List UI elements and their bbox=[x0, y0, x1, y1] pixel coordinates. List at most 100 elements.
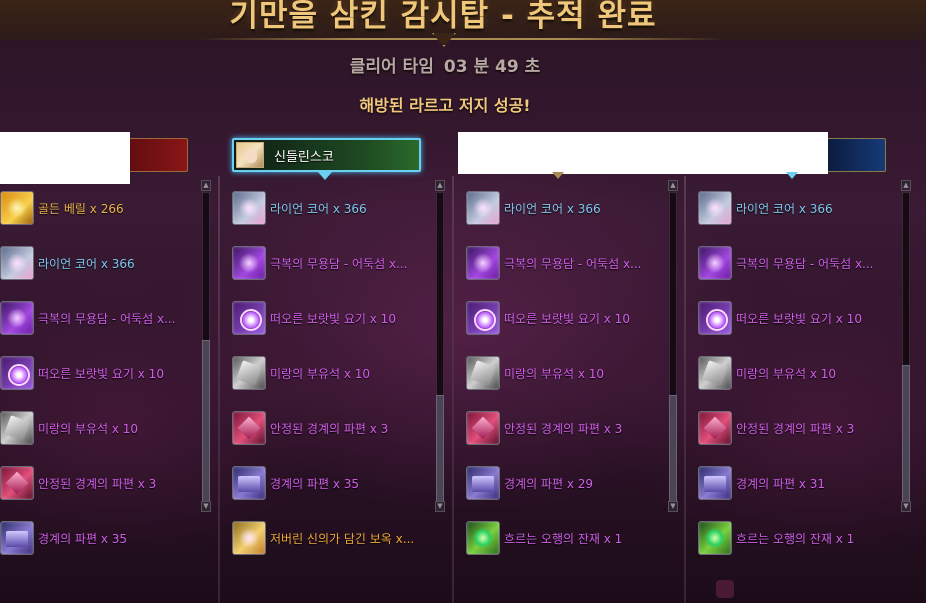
scroll-down-icon[interactable]: ▼ bbox=[668, 501, 678, 512]
item-label: 경계의 파편 x 29 bbox=[504, 476, 594, 491]
reward-item[interactable]: 미랑의 부유석 x 10 bbox=[466, 355, 696, 391]
lion-core-icon bbox=[698, 191, 732, 225]
light-energy-icon bbox=[466, 301, 500, 335]
item-label: 라이언 코어 x 366 bbox=[270, 201, 367, 216]
result-message: 해방된 라르고 저지 성공! bbox=[359, 96, 531, 115]
reward-item[interactable]: 안정된 경계의 파편 x 3 bbox=[0, 465, 230, 501]
item-label: 미랑의 부유석 x 10 bbox=[736, 366, 837, 381]
boundary-shard-icon bbox=[232, 466, 266, 500]
reward-item[interactable]: 안정된 경계의 파편 x 3 bbox=[466, 410, 696, 446]
reward-item[interactable]: 저버린 신의가 담긴 보옥 x... bbox=[232, 520, 462, 556]
scroll-up-icon[interactable]: ▲ bbox=[901, 180, 911, 191]
scroll-thumb[interactable] bbox=[669, 395, 677, 505]
scroll-down-icon[interactable]: ▼ bbox=[435, 501, 445, 512]
scroll-up-icon[interactable]: ▲ bbox=[435, 180, 445, 191]
item-label: 안정된 경계의 파편 x 3 bbox=[38, 476, 157, 491]
lion-core-icon bbox=[232, 191, 266, 225]
reward-item[interactable]: 라이언 코어 x 366 bbox=[0, 245, 230, 281]
scroll-down-icon[interactable]: ▼ bbox=[901, 501, 911, 512]
heart-icon bbox=[716, 580, 734, 598]
reward-item[interactable]: 경계의 파편 x 29 bbox=[466, 465, 696, 501]
glory-tale-icon bbox=[0, 301, 34, 335]
item-label: 라이언 코어 x 366 bbox=[736, 201, 833, 216]
reward-item[interactable]: 떠오른 보랏빛 요기 x 10 bbox=[698, 300, 926, 336]
glory-tale-icon bbox=[466, 246, 500, 280]
player-2-bar[interactable]: 신들린스코 bbox=[232, 138, 421, 172]
column-4-scrollbar[interactable]: ▲ ▼ bbox=[900, 180, 912, 512]
reward-item[interactable]: 떠오른 보랏빛 요기 x 10 bbox=[232, 300, 462, 336]
light-energy-icon bbox=[232, 301, 266, 335]
reward-item[interactable]: 라이언 코어 x 366 bbox=[232, 190, 462, 226]
item-label: 라이언 코어 x 366 bbox=[504, 201, 601, 216]
reward-item[interactable]: 골든 베릴 x 266 bbox=[0, 190, 230, 226]
item-label: 떠오른 보랏빛 요기 x 10 bbox=[38, 366, 164, 381]
reward-item[interactable]: 미랑의 부유석 x 10 bbox=[698, 355, 926, 391]
item-label: 떠오른 보랏빛 요기 x 10 bbox=[504, 311, 630, 326]
glory-tale-icon bbox=[698, 246, 732, 280]
reward-item[interactable]: 미랑의 부유석 x 10 bbox=[232, 355, 462, 391]
charm-stone-icon bbox=[232, 356, 266, 390]
reward-item[interactable]: 라이언 코어 x 366 bbox=[698, 190, 926, 226]
boundary-shard-icon bbox=[0, 521, 34, 555]
reward-column-2: 라이언 코어 x 366 극복의 무용담 - 어둑섬 x... 떠오른 보랏빛 … bbox=[232, 176, 432, 603]
reward-item[interactable]: 극복의 무용담 - 어둑섬 x... bbox=[466, 245, 696, 281]
reward-item[interactable]: 안정된 경계의 파편 x 3 bbox=[698, 410, 926, 446]
scroll-up-icon[interactable]: ▲ bbox=[668, 180, 678, 191]
item-label: 극복의 무용담 - 어둑섬 x... bbox=[270, 256, 408, 271]
reward-item[interactable]: 안정된 경계의 파편 x 3 bbox=[232, 410, 462, 446]
boundary-shard-icon bbox=[466, 466, 500, 500]
item-label: 미랑의 부유석 x 10 bbox=[504, 366, 605, 381]
item-label: 안정된 경계의 파편 x 3 bbox=[736, 421, 855, 436]
reward-column-4: 라이언 코어 x 366 극복의 무용담 - 어둑섬 x... 떠오른 보랏빛 … bbox=[698, 176, 898, 603]
reward-item[interactable]: 극복의 무용담 - 어둑섬 x... bbox=[698, 245, 926, 281]
reward-item[interactable]: 경계의 파편 x 31 bbox=[698, 465, 926, 501]
item-label: 라이언 코어 x 366 bbox=[38, 256, 135, 271]
charm-stone-icon bbox=[0, 411, 34, 445]
clear-time: 클리어 타임 03 분 49 초 bbox=[0, 52, 890, 77]
reward-item[interactable]: 흐르는 오행의 잔재 x 1 bbox=[466, 520, 696, 556]
reward-item[interactable]: 떠오른 보랏빛 요기 x 10 bbox=[0, 355, 230, 391]
stable-shard-icon bbox=[0, 466, 34, 500]
reward-item[interactable]: 떠오른 보랏빛 요기 x 10 bbox=[466, 300, 696, 336]
item-label: 극복의 무용담 - 어둑섬 x... bbox=[736, 256, 874, 271]
player-4-bar[interactable] bbox=[820, 138, 886, 172]
reward-item[interactable]: 라이언 코어 x 366 bbox=[466, 190, 696, 226]
item-label: 저버린 신의가 담긴 보옥 x... bbox=[270, 531, 415, 546]
header-ornament bbox=[432, 33, 456, 47]
reward-column-3: 라이언 코어 x 366 극복의 무용담 - 어둑섬 x... 떠오른 보랏빛 … bbox=[466, 176, 666, 603]
player-avatar bbox=[236, 142, 264, 168]
scroll-thumb[interactable] bbox=[202, 340, 210, 505]
scroll-thumb[interactable] bbox=[902, 365, 910, 505]
scroll-up-icon[interactable]: ▲ bbox=[201, 180, 211, 191]
stable-shard-icon bbox=[466, 411, 500, 445]
clear-time-label: 클리어 타임 bbox=[349, 57, 434, 77]
item-label: 경계의 파편 x 35 bbox=[270, 476, 360, 491]
scroll-down-icon[interactable]: ▼ bbox=[201, 501, 211, 512]
column-2-scrollbar[interactable]: ▲ ▼ bbox=[434, 180, 446, 512]
reward-item[interactable]: 흐르는 오행의 잔재 x 1 bbox=[698, 520, 926, 556]
charm-stone-icon bbox=[466, 356, 500, 390]
golden-beryl-icon bbox=[0, 191, 34, 225]
item-label: 미랑의 부유석 x 10 bbox=[38, 421, 139, 436]
column-1-scrollbar[interactable]: ▲ ▼ bbox=[200, 180, 212, 512]
lion-core-icon bbox=[466, 191, 500, 225]
scroll-thumb[interactable] bbox=[436, 395, 444, 505]
reward-column-1: 골든 베릴 x 266 라이언 코어 x 366 극복의 무용담 - 어둑섬 x… bbox=[0, 176, 200, 603]
reward-item[interactable]: 미랑의 부유석 x 10 bbox=[0, 410, 230, 446]
wish-jewel-icon bbox=[232, 521, 266, 555]
reward-item[interactable]: 경계의 파편 x 35 bbox=[232, 465, 462, 501]
item-label: 안정된 경계의 파편 x 3 bbox=[504, 421, 623, 436]
charm-stone-icon bbox=[698, 356, 732, 390]
column-3-scrollbar[interactable]: ▲ ▼ bbox=[667, 180, 679, 512]
reward-item[interactable]: 극복의 무용담 - 어둑섬 x... bbox=[0, 300, 230, 336]
item-label: 흐르는 오행의 잔재 x 1 bbox=[736, 531, 855, 546]
reward-item[interactable]: 극복의 무용담 - 어둑섬 x... bbox=[232, 245, 462, 281]
item-label: 떠오른 보랏빛 요기 x 10 bbox=[736, 311, 862, 326]
stable-shard-icon bbox=[232, 411, 266, 445]
item-label: 떠오른 보랏빛 요기 x 10 bbox=[270, 311, 396, 326]
stable-shard-icon bbox=[698, 411, 732, 445]
item-label: 미랑의 부유석 x 10 bbox=[270, 366, 371, 381]
reward-item[interactable]: 경계의 파편 x 35 bbox=[0, 520, 230, 556]
item-label: 골든 베릴 x 266 bbox=[38, 201, 124, 216]
item-label: 극복의 무용담 - 어둑섬 x... bbox=[38, 311, 176, 326]
